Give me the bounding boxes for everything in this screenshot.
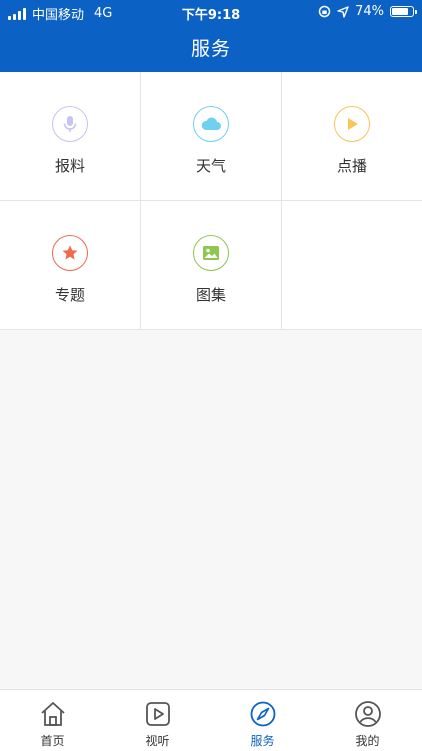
tab-media[interactable]: 视听: [105, 690, 210, 751]
service-item-topics[interactable]: 专题: [0, 201, 140, 329]
star-icon: [52, 235, 88, 271]
home-icon: [40, 702, 65, 726]
service-item-report[interactable]: 报料: [0, 72, 140, 200]
location-arrow-icon: [337, 5, 349, 18]
divider: [0, 200, 422, 201]
tab-profile[interactable]: 我的: [315, 690, 420, 751]
microphone-icon: [52, 106, 88, 142]
service-label: 点播: [336, 157, 367, 175]
tab-home[interactable]: 首页: [0, 690, 105, 751]
rotation-lock-icon: [318, 5, 331, 18]
service-item-vod[interactable]: 点播: [282, 72, 422, 200]
header-bar: 中国移动 4G 下午9:18 74% 服务: [0, 0, 422, 72]
tab-label: 首页: [40, 734, 65, 748]
cloud-icon: [193, 106, 229, 142]
tab-label: 服务: [250, 734, 275, 748]
user-icon: [354, 701, 381, 727]
battery-icon: [390, 6, 417, 17]
service-grid: 报料 天气 点播 专题 图集: [0, 72, 422, 330]
battery-percent: 74%: [355, 4, 384, 19]
service-label: 图集: [195, 286, 226, 304]
image-icon: [193, 235, 229, 271]
tab-bar: 首页 视听 服务 我的: [0, 689, 422, 751]
service-item-weather[interactable]: 天气: [141, 72, 281, 200]
service-item-gallery[interactable]: 图集: [141, 201, 281, 329]
video-play-icon: [145, 702, 170, 726]
service-label: 天气: [195, 157, 226, 175]
service-label: 专题: [54, 286, 85, 304]
tab-label: 视听: [145, 734, 170, 748]
tab-label: 我的: [355, 734, 380, 748]
service-label: 报料: [54, 157, 85, 175]
compass-icon: [250, 701, 275, 727]
play-icon: [334, 106, 370, 142]
status-bar: 中国移动 4G 下午9:18 74%: [0, 0, 422, 24]
tab-services[interactable]: 服务: [210, 690, 315, 751]
page-title: 服务: [190, 38, 231, 60]
